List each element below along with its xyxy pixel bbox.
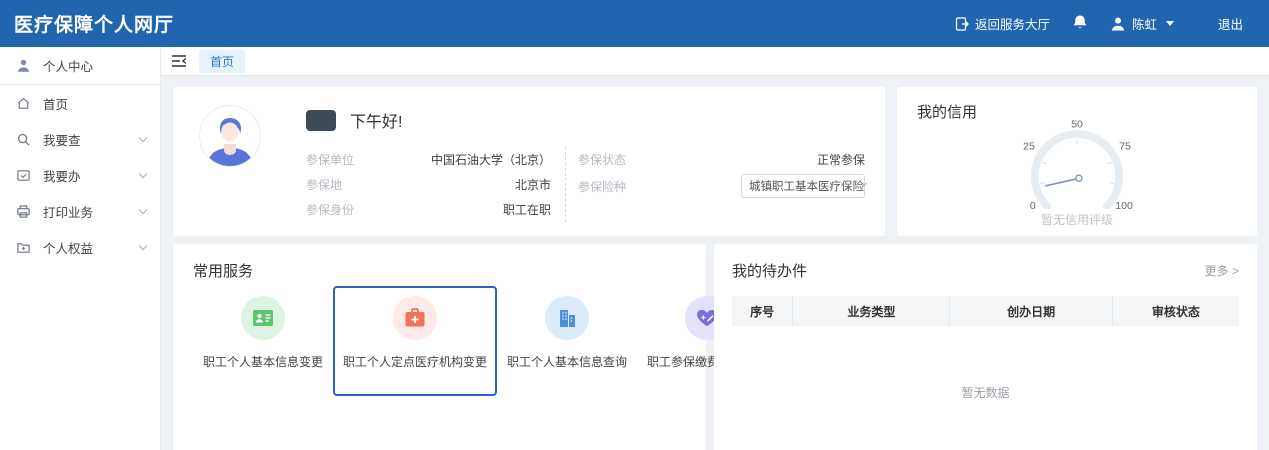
header-actions: 返回服务大厅 陈虹 退出 [955, 14, 1243, 34]
todo-empty-text: 暂无数据 [732, 384, 1239, 401]
sidebar-item-print[interactable]: 打印业务 [0, 193, 160, 229]
printer-icon [16, 204, 31, 219]
gauge-tick-75: 75 [1119, 140, 1131, 152]
main-content: 下午好! 参保单位 中国石油大学（北京） 参保地 北京市 [161, 76, 1269, 450]
profile-right-column: 参保状态 正常参保 参保险种 城镇职工基本医疗保险 [565, 147, 865, 222]
selected-option: 城镇职工基本医疗保险 [749, 178, 864, 194]
gauge-tick-25: 25 [1023, 140, 1035, 152]
chevron-down-icon [1166, 21, 1174, 26]
redacted-name-block [306, 110, 336, 131]
credit-empty-text: 暂无信用评级 [897, 211, 1257, 228]
field-label: 参保状态 [578, 151, 626, 168]
menu-fold-icon[interactable] [171, 54, 187, 68]
service-items: 职工个人基本信息变更 职工个人定点医疗机构变更 职工个人基本信息查询 [193, 286, 692, 396]
field-value: 中国石油大学（北京） [354, 151, 551, 168]
profile-body: 下午好! 参保单位 中国石油大学（北京） 参保地 北京市 [306, 105, 865, 236]
field-insured-status: 参保状态 正常参保 [578, 147, 865, 172]
sidebar-item-label: 首页 [43, 94, 146, 113]
sidebar-item-rights[interactable]: 个人权益 [0, 229, 160, 265]
field-insured-identity: 参保身份 职工在职 [306, 197, 551, 222]
sidebar-item-label: 个人权益 [43, 238, 128, 257]
field-value: 职工在职 [354, 201, 551, 218]
chevron-down-icon [139, 205, 147, 213]
services-title: 常用服务 [193, 260, 692, 281]
person-icon [16, 58, 31, 73]
return-hall-icon [955, 17, 969, 31]
more-link[interactable]: 更多 > [1205, 262, 1239, 279]
field-label: 参保单位 [306, 151, 354, 168]
service-medical-institution-change[interactable]: 职工个人定点医疗机构变更 [333, 286, 497, 396]
column-header-seq: 序号 [732, 296, 793, 326]
medical-kit-icon [393, 296, 437, 340]
gauge-tick-0: 0 [1030, 200, 1036, 209]
gauge-tick-50: 50 [1071, 118, 1083, 130]
username: 陈虹 [1132, 14, 1157, 33]
sidebar-menu: 首页 我要查 我要办 打印业务 [0, 85, 160, 265]
tabbar: 首页 [161, 47, 1269, 76]
sidebar-item-personal-center[interactable]: 个人中心 [0, 47, 160, 85]
return-hall-label: 返回服务大厅 [975, 14, 1050, 33]
folder-check-icon [16, 168, 31, 183]
folder-plus-icon [16, 240, 31, 255]
service-label: 职工个人定点医疗机构变更 [339, 353, 491, 370]
notification-bell-icon[interactable] [1072, 14, 1088, 34]
avatar [199, 105, 261, 167]
profile-card: 下午好! 参保单位 中国石油大学（北京） 参保地 北京市 [173, 87, 885, 236]
insurance-type-select[interactable]: 城镇职工基本医疗保险 [741, 174, 865, 198]
app-header: 医疗保障个人网厅 返回服务大厅 陈虹 退出 [0, 0, 1269, 47]
field-label: 参保身份 [306, 201, 354, 218]
todo-title: 我的待办件 [732, 260, 807, 281]
service-basic-info-change[interactable]: 职工个人基本信息变更 [193, 286, 333, 396]
column-header-type: 业务类型 [793, 296, 950, 326]
field-insured-place: 参保地 北京市 [306, 172, 551, 197]
return-hall-button[interactable]: 返回服务大厅 [955, 14, 1050, 33]
todo-table: 序号 业务类型 创办日期 审核状态 [732, 296, 1239, 326]
page: 医疗保障个人网厅 返回服务大厅 陈虹 退出 [0, 0, 1269, 450]
profile-left-column: 参保单位 中国石油大学（北京） 参保地 北京市 参保身份 职工在职 [306, 147, 565, 222]
sidebar-item-query[interactable]: 我要查 [0, 121, 160, 157]
search-icon [16, 132, 31, 147]
avatar-wrap [187, 105, 306, 236]
sidebar: 个人中心 首页 我要查 我要办 [0, 47, 161, 450]
service-basic-info-query[interactable]: 职工个人基本信息查询 [497, 286, 637, 396]
building-icon [545, 296, 589, 340]
credit-gauge: 0 25 50 75 100 [897, 113, 1257, 212]
chevron-down-icon [139, 241, 147, 249]
services-card: 常用服务 职工个人基本信息变更 职工个人定点医疗机构变更 [173, 244, 706, 450]
credit-card: 我的信用 0 25 50 75 100 暂无信用评级 [897, 87, 1257, 236]
app-title: 医疗保障个人网厅 [14, 10, 174, 37]
tab-home[interactable]: 首页 [199, 50, 245, 73]
chevron-down-icon [139, 133, 147, 141]
todo-card: 我的待办件 更多 > 序号 业务类型 创办日期 审核状态 暂无数据 [714, 244, 1257, 450]
sidebar-item-label: 我要办 [43, 166, 128, 185]
greeting-text: 下午好! [350, 108, 402, 132]
column-header-status: 审核状态 [1112, 296, 1239, 326]
sidebar-item-label: 打印业务 [43, 202, 128, 221]
service-label: 职工个人基本信息查询 [503, 353, 631, 370]
field-value: 正常参保 [626, 151, 865, 168]
user-menu[interactable]: 陈虹 [1110, 14, 1174, 33]
field-insurance-type: 参保险种 城镇职工基本医疗保险 [578, 172, 865, 200]
service-label: 职工个人基本信息变更 [199, 353, 327, 370]
sidebar-item-home[interactable]: 首页 [0, 85, 160, 121]
home-icon [16, 96, 31, 111]
gauge-tick-100: 100 [1115, 200, 1133, 209]
sidebar-item-handle[interactable]: 我要办 [0, 157, 160, 193]
field-label: 参保险种 [578, 178, 626, 195]
sidebar-item-label: 个人中心 [43, 56, 93, 75]
field-insured-unit: 参保单位 中国石油大学（北京） [306, 147, 551, 172]
sidebar-item-label: 我要查 [43, 130, 128, 149]
user-icon [1110, 16, 1126, 32]
field-label: 参保地 [306, 176, 342, 193]
id-card-icon [241, 296, 285, 340]
chevron-down-icon [139, 169, 147, 177]
field-value: 北京市 [342, 176, 551, 193]
column-header-date: 创办日期 [950, 296, 1112, 326]
logout-button[interactable]: 退出 [1218, 14, 1243, 33]
